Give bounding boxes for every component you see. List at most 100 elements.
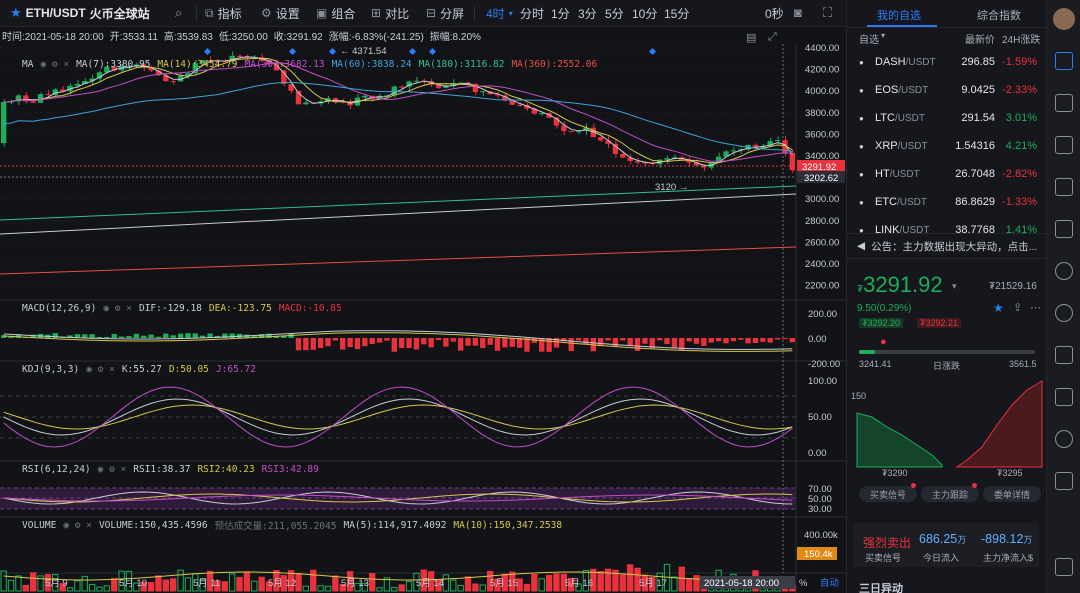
settings-button[interactable]: ⚙ 设置 — [261, 5, 300, 22]
watchlist-icon[interactable] — [1055, 52, 1073, 70]
ma360-value: MA(360):2552.06 — [511, 58, 598, 70]
volume-bar — [29, 572, 37, 592]
volume-bar — [553, 573, 560, 592]
fullscreen-icon[interactable]: ⛶ — [823, 5, 832, 21]
split-screen-button[interactable]: ⊟ 分屏 — [426, 5, 464, 22]
volume-bar — [678, 566, 685, 592]
gear-icon: ⚙ — [261, 6, 272, 20]
volume-bar — [147, 582, 155, 592]
interval-15m[interactable]: 15分 — [664, 5, 689, 22]
pro-icon[interactable] — [1055, 430, 1073, 448]
volume-bar — [464, 576, 472, 592]
macd-bar — [487, 338, 493, 345]
list-icon[interactable] — [1055, 136, 1073, 154]
watch-row[interactable]: ● ETC/USDT 86.8629 -1.33% — [847, 188, 1047, 216]
order-detail-button[interactable]: 委单详情 — [983, 486, 1041, 502]
compare-button[interactable]: ⊞ 对比 — [371, 5, 409, 22]
interval-5m[interactable]: 5分 — [605, 5, 624, 22]
interval-10m[interactable]: 10分 — [632, 5, 657, 22]
volume-bar — [545, 574, 553, 592]
macd-bar — [155, 336, 162, 338]
search-icon[interactable]: ⌕ — [175, 5, 182, 21]
watch-row[interactable]: ● LTC/USDT 291.54 3.01% — [847, 104, 1047, 132]
symbol-selector[interactable]: ★ ETH/USDT 火币全球站 — [10, 5, 150, 22]
macd-bar — [502, 338, 508, 348]
badge-dot — [972, 483, 977, 488]
watch-change: -2.33% — [1002, 84, 1037, 96]
eye-icon[interactable]: ◉ ⚙ × — [40, 59, 69, 70]
layout-icon[interactable]: ▤ — [746, 31, 756, 44]
candle-body — [612, 143, 619, 154]
clock-icon[interactable] — [1055, 262, 1073, 280]
more-icon[interactable]: ⋯ — [1030, 301, 1041, 314]
interval-3m[interactable]: 3分 — [578, 5, 597, 22]
event-marker — [428, 47, 437, 56]
compass-icon[interactable] — [1055, 304, 1073, 322]
volume-bar — [236, 576, 243, 592]
watch-row[interactable]: ● DASH/USDT 296.85 -1.59% — [847, 48, 1047, 76]
news-icon[interactable] — [1055, 220, 1073, 238]
alert-icon[interactable] — [1055, 558, 1073, 576]
eye-icon[interactable]: ◉ ⚙ × — [86, 364, 115, 375]
macd-bar — [745, 338, 751, 344]
chart-icon[interactable] — [1055, 94, 1073, 112]
signal-tag-button[interactable]: 买卖信号 — [859, 486, 917, 502]
watch-row[interactable]: ● HT/USDT 26.7048 -2.82% — [847, 160, 1047, 188]
volume-bar — [442, 574, 450, 592]
tracking-tag-button[interactable]: 主力跟踪 — [921, 486, 979, 502]
book-icon[interactable] — [1055, 346, 1073, 364]
tab-watchlist[interactable]: 我的自选 — [877, 7, 921, 23]
range-bar — [859, 350, 1035, 354]
macd-bar — [229, 333, 235, 338]
rsi2-value: RSI2:40.23 — [197, 463, 255, 475]
document-icon[interactable] — [1055, 388, 1073, 406]
volume-bar — [523, 583, 531, 592]
candle-body — [30, 101, 36, 103]
avatar[interactable] — [1053, 8, 1075, 30]
star-icon[interactable]: ★ — [10, 5, 22, 21]
price-tick-label: 2800.00 — [805, 216, 839, 227]
interval-selector[interactable]: 4时 ▾ — [486, 5, 513, 22]
eye-icon[interactable]: ◉ ⚙ × — [63, 520, 92, 531]
watch-select[interactable]: 自选 — [859, 31, 879, 46]
indicators-button[interactable]: ⧉ 指标 — [205, 5, 242, 22]
interval-tick[interactable]: 分时 — [520, 5, 544, 22]
share-icon[interactable]: ⇪ — [1013, 301, 1022, 314]
macd-bar — [524, 338, 530, 352]
star-icon[interactable]: ★ — [993, 301, 1004, 315]
calculator-icon[interactable] — [1055, 472, 1073, 490]
signal-value: 强烈卖出 — [863, 536, 912, 550]
macd-bar — [583, 338, 589, 345]
info-close: 收:3291.92 — [273, 32, 323, 43]
depth-y-label: 150 — [851, 391, 867, 401]
three-day-label[interactable]: 三日异动 — [859, 580, 903, 593]
calendar-icon[interactable] — [1055, 178, 1073, 196]
notice-bar[interactable]: ◀ 公告：主力数据出现大异动，点击... — [847, 233, 1047, 259]
camera-icon[interactable]: ◙ — [794, 5, 802, 20]
date-tick-label: 5月 11 — [193, 578, 220, 589]
eye-icon[interactable]: ◉ ⚙ × — [98, 464, 127, 475]
watch-quote: /USDT — [894, 113, 925, 124]
chart-icon: ⧉ — [205, 5, 214, 20]
macd-bar — [406, 338, 412, 349]
eye-icon[interactable]: ◉ ⚙ × — [103, 303, 132, 314]
symbol-name: ETH/USDT — [25, 6, 86, 20]
volume-bar — [450, 579, 457, 592]
ohlc-info-bar: 时间:2021-05-18 20:00 开:3533.11 高:3539.83 … — [0, 27, 846, 44]
net-inflow-label: 主力净流入$ — [983, 553, 1034, 563]
watch-row[interactable]: ● XRP/USDT 1.54316 4.21% — [847, 132, 1047, 160]
watch-change: -1.59% — [1002, 56, 1037, 68]
combo-button[interactable]: ▣ 组合 — [316, 5, 355, 22]
exchange-name: 火币全球站 — [89, 6, 150, 21]
right-panel: 我的自选 综合指数 自选 ▾ 最新价 24H涨跌 ● DASH/USDT 296.8… — [846, 0, 1047, 593]
macd-bar — [693, 338, 700, 344]
combo-label: 组合 — [331, 6, 356, 21]
kline-chart[interactable]: 4400.004200.004000.003800.003600.003400.… — [0, 44, 846, 593]
tab-index[interactable]: 综合指数 — [977, 7, 1021, 23]
macd-bar — [310, 338, 316, 350]
kdj-j: J:65.72 — [215, 363, 256, 375]
interval-1m[interactable]: 1分 — [551, 5, 570, 22]
high-price-label: ← 4371.54 — [340, 46, 386, 57]
watch-row[interactable]: ● EOS/USDT 9.0425 -2.33% — [847, 76, 1047, 104]
resize-icon[interactable]: ⤢ — [768, 31, 777, 44]
